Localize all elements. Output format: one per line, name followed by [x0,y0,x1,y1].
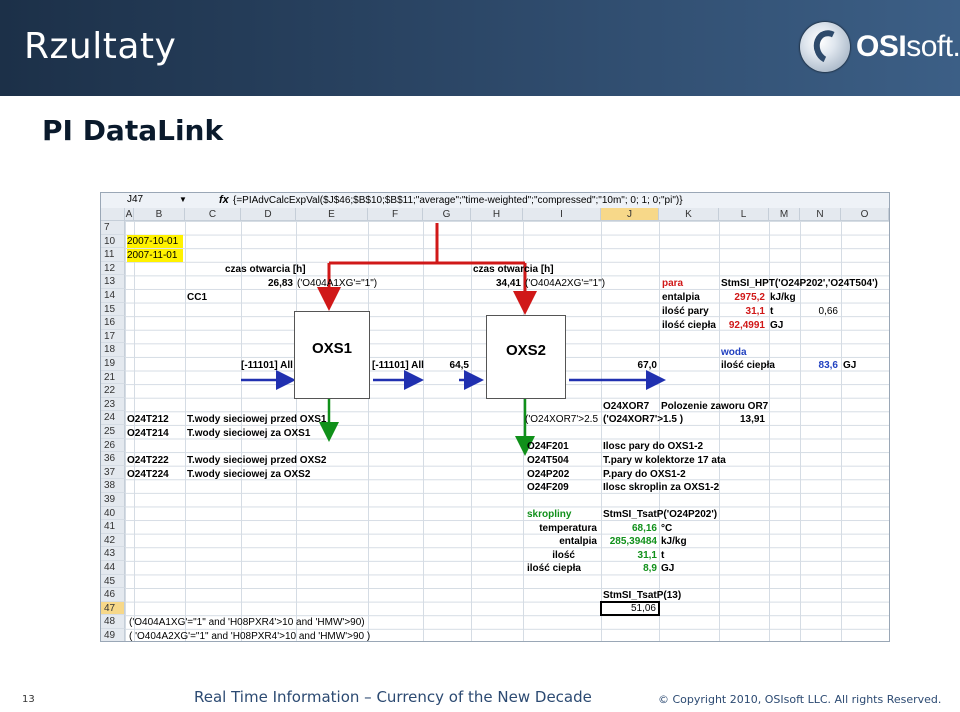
ilosc-label: ilość [552,550,575,561]
o24xor7-tag[interactable]: O24XOR7 [603,400,649,413]
entalpia-unit: kJ/kg [770,292,796,303]
desc-o24t504: T.pary w kolektorze 17 ata [603,455,726,466]
open-time-value-1[interactable]: 26,83 [241,277,293,290]
oxs1-exchanger-box: OXS1 [294,311,370,399]
ilosc-pary-label: ilość pary [662,306,709,317]
cell-all-1[interactable]: [-11101] All [241,359,293,372]
cell-b49[interactable]: ( 'O404A2XG'="1" and 'H08PXR4'>10 and 'H… [129,630,370,641]
logo-emblem-icon [800,22,850,72]
cell-cc1[interactable]: CC1 [187,291,207,304]
cell-j24[interactable]: ('O24XOR7'>1.5 ) [603,413,683,426]
open-time-expr-1[interactable]: ('O404A1XG'="1") [297,277,377,290]
tag-o24f201[interactable]: O24F201 [527,440,569,453]
stmsi-tsatp-formula-1[interactable]: StmSI_TsatP('O24P202') [603,508,717,521]
cell-n15[interactable]: 0,66 [800,305,838,318]
cell-h19[interactable]: 64,5 [423,359,469,372]
logo-wordmark: OSIsoft. [856,30,960,63]
ilosc-ciepla-skropliny-label: ilość ciepła [527,563,581,574]
entalpia-skropliny-value[interactable]: 285,39484 [601,535,657,548]
slide-subtitle: PI DataLink [42,114,224,147]
tag-o24t504[interactable]: O24T504 [527,454,569,467]
cell-j47[interactable]: 51,06 [601,602,656,615]
slide-title: Rzultaty [24,26,177,67]
cell-all-2[interactable]: [-11101] All [372,359,424,372]
ilosc-unit: t [661,550,665,561]
page-number: 13 [22,694,35,705]
desc-o24t224: T.wody sieciowej za OXS2 [187,469,311,480]
open-time-value-2[interactable]: 34,41 [471,277,521,290]
tag-o24t224[interactable]: O24T224 [127,468,169,481]
condensate-arrows [319,397,535,456]
footer-tagline: Real Time Information – Currency of the … [194,688,592,706]
ilosc-value[interactable]: 31,1 [601,549,657,562]
cell-b11[interactable]: 2007-11-01 [127,249,183,262]
temperatura-unit: °C [661,523,673,534]
desc-o24f209: Ilosc skroplin za OXS1-2 [603,482,720,493]
ilosc-ciepla-unit: GJ [770,320,784,331]
open-time-label-2: czas otwarcia [h] [473,264,554,275]
cell-b10[interactable]: 2007-10-01 [127,235,183,248]
slide-header: Rzultaty OSIsoft. [0,0,960,96]
temperatura-label: temperatura [539,523,597,534]
woda-label: woda [721,347,747,358]
tag-o24t212[interactable]: O24T212 [127,413,169,426]
desc-o24t222: T.wody sieciowej przed OXS2 [187,455,327,466]
ilosc-ciepla-label: ilość ciepła [662,320,716,331]
ilosc-ciepla-woda-value[interactable]: 83,6 [800,359,838,372]
stmsi-hpt-formula[interactable]: StmSI_HPT('O24P202','O24T504') [721,277,878,290]
ilosc-ciepla-value[interactable]: 92,4991 [719,319,765,332]
footer-copyright: © Copyright 2010, OSIsoft LLC. All right… [658,693,942,706]
entalpia-value[interactable]: 2975,2 [719,291,765,304]
desc-o24t214: T.wody sieciowej za OXS1 [187,428,311,439]
ilosc-ciepla-woda-unit: GJ [843,360,857,371]
cell-b48[interactable]: ('O404A1XG'="1" and 'H08PXR4'>10 and 'HM… [129,616,365,629]
para-label: para [662,278,684,289]
cell-l24[interactable]: 13,91 [719,413,765,426]
skropliny-label: skropliny [527,509,572,520]
desc-o24t212: T.wody sieciowej przed OXS1 [187,414,327,425]
tag-o24f209[interactable]: O24F209 [527,481,569,494]
desc-o24f201: Ilosc pary do OXS1-2 [603,441,704,452]
ilosc-pary-value[interactable]: 31,1 [719,305,765,318]
osisoft-logo: OSIsoft. [796,22,960,76]
open-time-label-1: czas otwarcia [h] [225,264,306,275]
entalpia-label: entalpia [662,292,700,303]
oxs2-exchanger-box: OXS2 [486,315,566,399]
ilosc-ciepla-skropliny-unit: GJ [661,563,675,574]
desc-o24p202: P.pary do OXS1-2 [603,469,686,480]
tag-o24t214[interactable]: O24T214 [127,427,169,440]
temperatura-value[interactable]: 68,16 [601,522,657,535]
tag-o24t222[interactable]: O24T222 [127,454,169,467]
ilosc-ciepla-woda-label: ilość ciepła [721,360,775,371]
cell-i24[interactable]: ('O24XOR7'>2.5 [525,413,598,426]
entalpia-skropliny-label: entalpia [559,536,597,547]
polozenie-label: Polozenie zaworu OR7 [661,401,769,412]
entalpia-skropliny-unit: kJ/kg [661,536,687,547]
ilosc-ciepla-skropliny-value[interactable]: 8,9 [601,562,657,575]
cell-j19[interactable]: 67,0 [601,359,657,372]
tag-o24p202[interactable]: O24P202 [527,468,569,481]
open-time-expr-2[interactable]: ('O404A2XG'="1") [525,277,605,290]
ilosc-pary-unit: t [770,306,774,317]
spreadsheet-screenshot: J47 ▼ fx {=PIAdvCalcExpVal($J$46;$B$10;$B… [100,192,890,642]
